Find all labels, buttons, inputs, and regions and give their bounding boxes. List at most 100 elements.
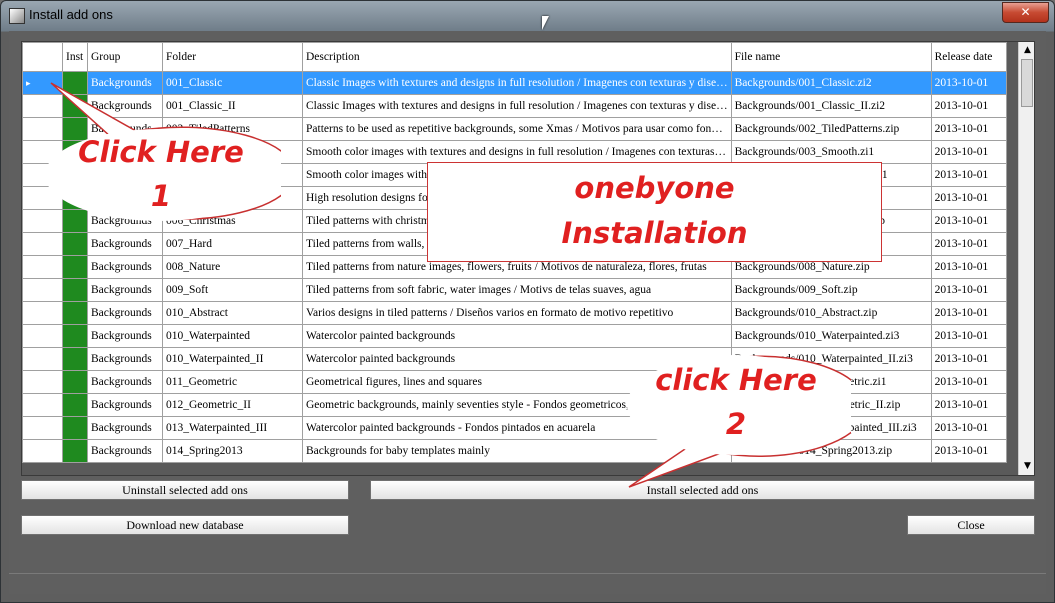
- file-name-cell: Backgrounds/010_Waterpainted.zi3: [730, 324, 932, 348]
- file-name-cell: Backgrounds/009_Soft.zip: [730, 278, 932, 302]
- inst-status-cell[interactable]: [62, 393, 88, 417]
- release-date-cell: 2013-10-01: [930, 370, 1007, 394]
- inst-status-cell[interactable]: [62, 370, 88, 394]
- window-title: Install add ons: [29, 7, 113, 22]
- col-header-inst[interactable]: Inst: [62, 42, 88, 72]
- release-date-cell: 2013-10-01: [930, 71, 1007, 95]
- folder-cell: 008_Nature: [162, 255, 303, 279]
- col-header-file-name[interactable]: File name: [730, 42, 932, 72]
- callout-2-text-line1: click Here: [655, 363, 817, 397]
- description-cell: Varios designs in tiled patterns / Diseñ…: [302, 301, 732, 325]
- inst-status-cell[interactable]: [62, 255, 88, 279]
- row-selector[interactable]: [22, 416, 63, 440]
- release-date-cell: 2013-10-01: [930, 117, 1007, 141]
- title-bar[interactable]: Install add ons ✕: [1, 1, 1054, 31]
- release-date-cell: 2013-10-01: [930, 278, 1007, 302]
- mouse-cursor-icon: [542, 16, 549, 30]
- release-date-cell: 2013-10-01: [930, 163, 1007, 187]
- row-selector[interactable]: [22, 232, 63, 256]
- folder-cell: 007_Hard: [162, 232, 303, 256]
- table-row[interactable]: Backgrounds 011_Geometric Geometrical figu…: [22, 370, 1007, 394]
- table-row[interactable]: Backgrounds 012_Geometric_II Geometric bac…: [22, 393, 1007, 417]
- vertical-scrollbar[interactable]: ▲ ▼: [1018, 42, 1034, 475]
- group-cell: Backgrounds: [87, 301, 163, 325]
- inst-status-cell[interactable]: [62, 301, 88, 325]
- scroll-down-icon[interactable]: ▼: [1019, 458, 1034, 475]
- app-icon: [9, 8, 25, 24]
- header-row: Inst Group Folder Description File name …: [22, 42, 1007, 72]
- group-cell: Backgrounds: [87, 278, 163, 302]
- col-header-selector[interactable]: [22, 42, 63, 72]
- inst-status-cell[interactable]: [62, 278, 88, 302]
- description-cell: Watercolor painted backgrounds: [302, 324, 732, 348]
- callout-click-here-1: Click Here 1: [41, 79, 281, 229]
- row-selector[interactable]: [22, 347, 63, 371]
- row-selector[interactable]: [22, 301, 63, 325]
- box-label-line2: Installation: [561, 216, 748, 250]
- inst-status-cell[interactable]: [62, 347, 88, 371]
- description-cell: Classic Images with textures and designs…: [302, 71, 732, 95]
- table-row[interactable]: Backgrounds 010_Waterpainted_II Watercolor…: [22, 347, 1007, 371]
- group-cell: Backgrounds: [87, 255, 163, 279]
- row-selector[interactable]: [22, 439, 63, 463]
- file-name-cell: Backgrounds/010_Abstract.zip: [730, 301, 932, 325]
- callout-2-text-line2: 2: [725, 407, 747, 441]
- folder-cell: 013_Waterpainted_III: [162, 416, 303, 440]
- col-header-release-date[interactable]: Release date: [930, 42, 1007, 72]
- group-cell: Backgrounds: [87, 370, 163, 394]
- row-selector[interactable]: [22, 278, 63, 302]
- release-date-cell: 2013-10-01: [930, 439, 1007, 463]
- table-row[interactable]: Backgrounds 010_Abstract Varios designs in…: [22, 301, 1007, 325]
- window-close-button[interactable]: ✕: [1002, 2, 1049, 23]
- onebyone-installation-label: onebyone Installation: [427, 162, 882, 262]
- row-selector[interactable]: [22, 393, 63, 417]
- scroll-thumb[interactable]: [1021, 59, 1033, 107]
- release-date-cell: 2013-10-01: [930, 209, 1007, 233]
- release-date-cell: 2013-10-01: [930, 347, 1007, 371]
- group-cell: Backgrounds: [87, 416, 163, 440]
- release-date-cell: 2013-10-01: [930, 301, 1007, 325]
- callout-1-text-line2: 1: [150, 179, 172, 213]
- file-name-cell: Backgrounds/003_Smooth.zi1: [730, 140, 932, 164]
- col-header-description[interactable]: Description: [302, 42, 732, 72]
- box-label-line1: onebyone: [574, 171, 735, 205]
- release-date-cell: 2013-10-01: [930, 140, 1007, 164]
- group-cell: Backgrounds: [87, 393, 163, 417]
- uninstall-selected-button[interactable]: Uninstall selected add ons: [21, 480, 349, 500]
- row-selector[interactable]: [22, 370, 63, 394]
- folder-cell: 009_Soft: [162, 278, 303, 302]
- install-add-ons-window: Install add ons ✕ Inst Group Folder Desc…: [0, 0, 1055, 603]
- row-selector[interactable]: [22, 324, 63, 348]
- release-date-cell: 2013-10-01: [930, 186, 1007, 210]
- col-header-group[interactable]: Group: [87, 42, 163, 72]
- group-cell: Backgrounds: [87, 232, 163, 256]
- release-date-cell: 2013-10-01: [930, 324, 1007, 348]
- table-row[interactable]: Backgrounds 014_Spring2013 Backgrounds for…: [22, 439, 1007, 463]
- folder-cell: 010_Waterpainted: [162, 324, 303, 348]
- group-cell: Backgrounds: [87, 439, 163, 463]
- release-date-cell: 2013-10-01: [930, 255, 1007, 279]
- callout-1-text-line1: Click Here: [78, 135, 244, 169]
- download-database-button[interactable]: Download new database: [21, 515, 349, 535]
- close-button[interactable]: Close: [907, 515, 1035, 535]
- description-cell: Classic Images with textures and designs…: [302, 94, 732, 118]
- scroll-up-icon[interactable]: ▲: [1019, 42, 1034, 59]
- file-name-cell: Backgrounds/002_TiledPatterns.zip: [730, 117, 932, 141]
- folder-cell: 011_Geometric: [162, 370, 303, 394]
- table-row[interactable]: Backgrounds 013_Waterpainted_III Watercolo…: [22, 416, 1007, 440]
- inst-status-cell[interactable]: [62, 324, 88, 348]
- row-selector[interactable]: [22, 255, 63, 279]
- table-row[interactable]: Backgrounds 010_Waterpainted Watercolor pa…: [22, 324, 1007, 348]
- inst-status-cell[interactable]: [62, 416, 88, 440]
- inst-status-cell[interactable]: [62, 232, 88, 256]
- folder-cell: 012_Geometric_II: [162, 393, 303, 417]
- table-row[interactable]: Backgrounds 009_Soft Tiled patterns from s…: [22, 278, 1007, 302]
- release-date-cell: 2013-10-01: [930, 393, 1007, 417]
- group-cell: Backgrounds: [87, 324, 163, 348]
- folder-cell: 010_Waterpainted_II: [162, 347, 303, 371]
- release-date-cell: 2013-10-01: [930, 94, 1007, 118]
- description-cell: Tiled patterns from soft fabric, water i…: [302, 278, 732, 302]
- col-header-folder[interactable]: Folder: [162, 42, 303, 72]
- inst-status-cell[interactable]: [62, 439, 88, 463]
- release-date-cell: 2013-10-01: [930, 232, 1007, 256]
